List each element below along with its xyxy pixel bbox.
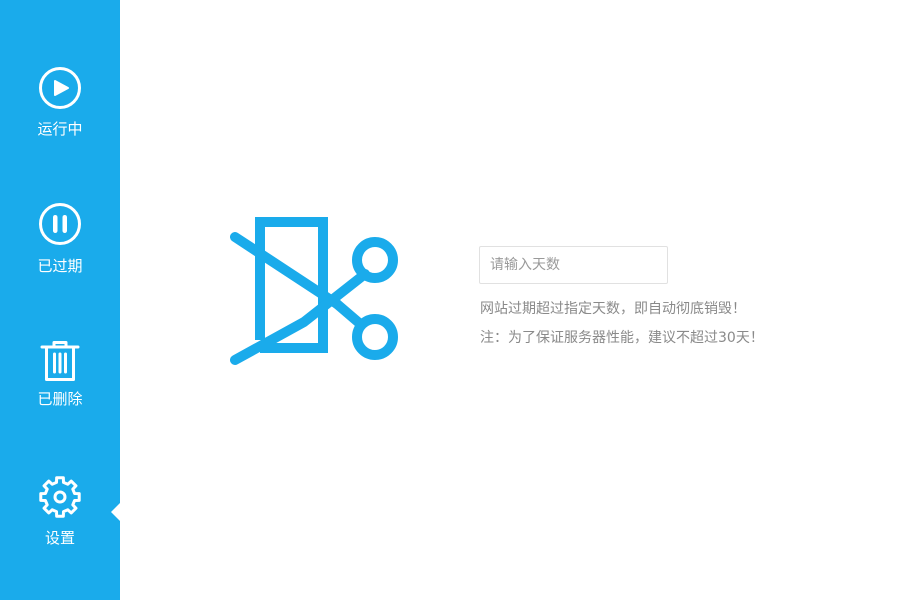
sidebar-item-settings[interactable]: 设置: [0, 475, 120, 585]
play-circle-icon: [39, 67, 81, 109]
sidebar-item-label: 设置: [44, 529, 75, 547]
sidebar-item-deleted[interactable]: 已删除: [0, 339, 120, 449]
app-window: 运行中 已过期 已删除 设置 请输入天数 网站过期超过指定天数，即自动彻底销毁！…: [0, 0, 900, 600]
sidebar-item-running[interactable]: 运行中: [0, 66, 120, 176]
expired-cut-icon: [230, 217, 398, 365]
main-content: 网站过期超过指定天数，即自动彻底销毁！ 注：为了保证服务器性能，建议不超过30天…: [120, 0, 900, 600]
expiry-hint: 网站过期超过指定天数，即自动彻底销毁！: [480, 301, 746, 317]
sidebar-item-label: 运行中: [37, 120, 83, 138]
sidebar-item-label: 已过期: [37, 257, 83, 275]
sidebar: 运行中 已过期 已删除 设置: [0, 0, 120, 600]
sidebar-item-label: 已删除: [37, 390, 83, 408]
gear-icon: [39, 476, 81, 518]
performance-note: 注：为了保证服务器性能，建议不超过30天！: [480, 330, 764, 346]
active-indicator: [111, 503, 120, 521]
days-input[interactable]: [479, 246, 668, 284]
pause-circle-icon: [39, 203, 81, 245]
trash-icon: [40, 341, 80, 381]
sidebar-item-expired[interactable]: 已过期: [0, 202, 120, 312]
